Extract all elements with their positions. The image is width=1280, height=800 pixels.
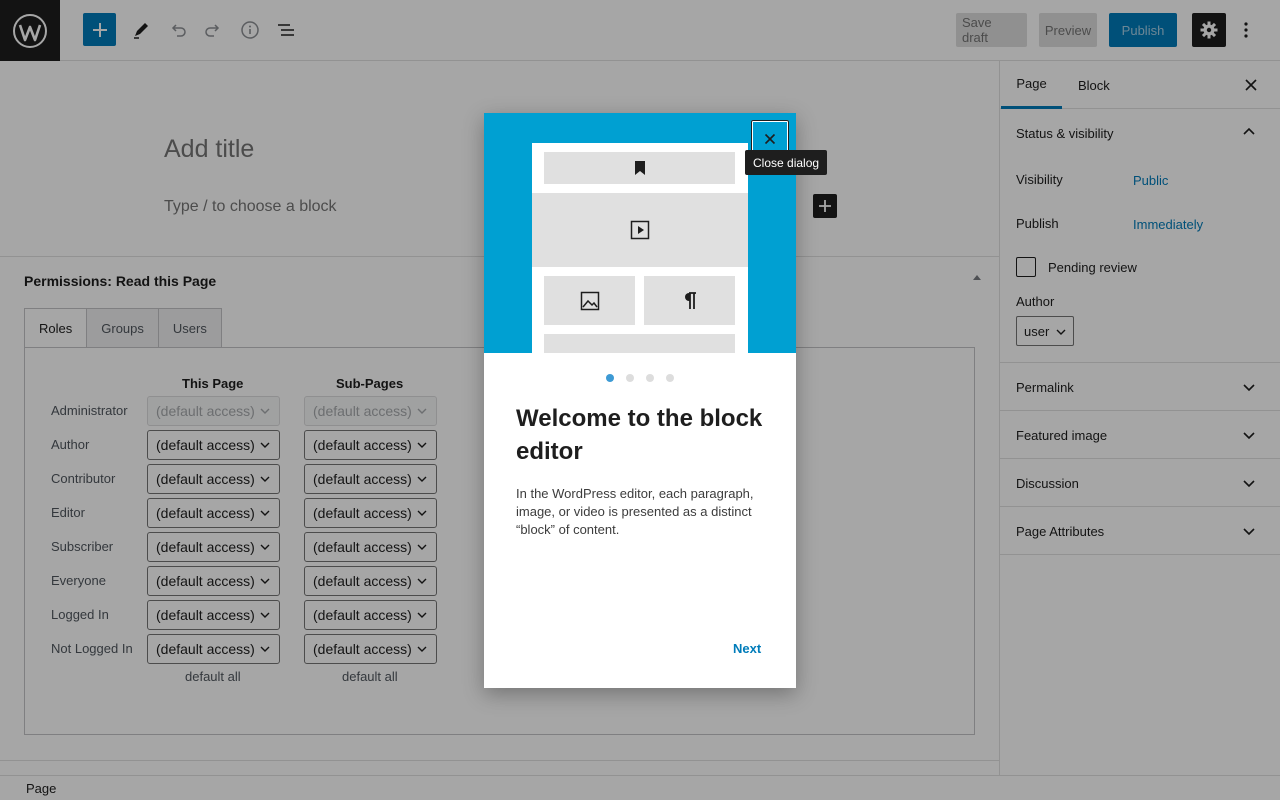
image-icon (544, 276, 635, 325)
close-dialog-tooltip: Close dialog (745, 150, 828, 175)
modal-heading: Welcome to the block editor (516, 405, 763, 465)
bookmark-icon (544, 152, 735, 184)
video-icon (532, 193, 748, 267)
pilcrow-icon (644, 276, 735, 325)
page-dot-2[interactable] (626, 374, 634, 382)
close-icon (764, 133, 776, 145)
next-button[interactable]: Next (733, 641, 761, 656)
welcome-guide-modal: Welcome to the block editor In the WordP… (484, 113, 796, 688)
page-dot-1[interactable] (606, 374, 614, 382)
modal-body-text: In the WordPress editor, each paragraph,… (516, 486, 754, 537)
illustration-card (532, 143, 748, 353)
page-indicator (484, 371, 796, 385)
placeholder-block (544, 334, 735, 353)
page-dot-3[interactable] (646, 374, 654, 382)
guide-illustration (484, 113, 796, 353)
page-dot-4[interactable] (666, 374, 674, 382)
